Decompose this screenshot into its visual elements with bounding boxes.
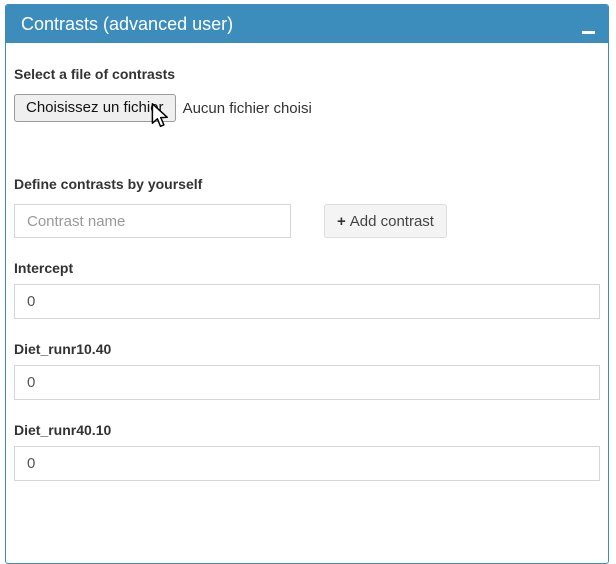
diet-runr10-40-value-input[interactable] [14,365,600,400]
add-contrast-button[interactable]: + Add contrast [324,204,447,238]
plus-icon: + [337,213,346,230]
define-contrasts-label: Define contrasts by yourself [14,176,600,192]
contrast-field-diet-runr10-40: Diet_runr10.40 [14,341,600,400]
file-status-text: Aucun fichier choisi [183,100,312,117]
panel-body: Select a file of contrasts Choisissez un… [6,43,608,511]
diet-runr40-10-value-input[interactable] [14,446,600,481]
choose-file-button[interactable]: Choisissez un fichier [14,94,176,122]
define-contrasts-group: Define contrasts by yourself + Add contr… [14,176,600,238]
field-label: Diet_runr10.40 [14,341,600,357]
contrasts-panel: Contrasts (advanced user) Select a file … [5,4,609,564]
file-input-label: Select a file of contrasts [14,66,600,82]
panel-header[interactable]: Contrasts (advanced user) [6,5,608,43]
contrast-field-diet-runr40-10: Diet_runr40.10 [14,422,600,481]
contrast-field-intercept: Intercept [14,260,600,319]
add-contrast-label: Add contrast [350,213,434,230]
file-input-control[interactable]: Choisissez un fichier Aucun fichier choi… [14,94,600,122]
file-input-group: Select a file of contrasts Choisissez un… [14,66,600,122]
panel-title: Contrasts (advanced user) [21,14,233,34]
minus-icon [582,31,595,34]
field-label: Diet_runr40.10 [14,422,600,438]
collapse-button[interactable] [576,5,600,43]
contrast-name-input[interactable] [14,204,291,238]
intercept-value-input[interactable] [14,284,600,319]
field-label: Intercept [14,260,600,276]
